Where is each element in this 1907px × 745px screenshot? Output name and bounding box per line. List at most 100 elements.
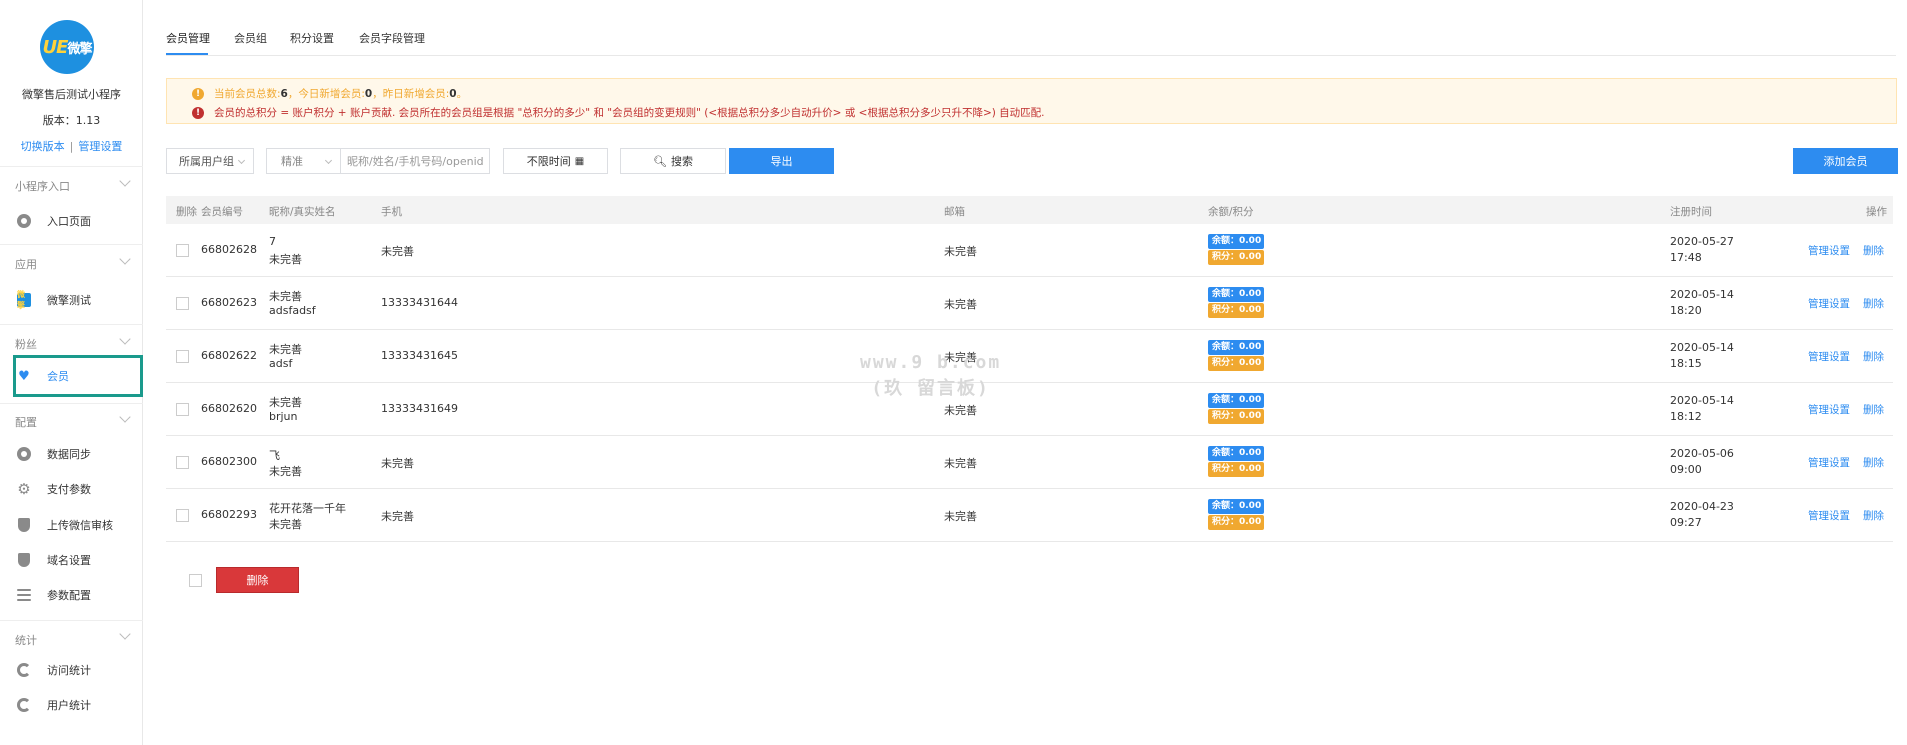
- manage-settings-link[interactable]: 管理设置: [1808, 296, 1850, 311]
- manage-settings-link[interactable]: 管理设置: [1808, 402, 1850, 417]
- sidebar-item-param-config[interactable]: 参数配置: [13, 581, 143, 609]
- link-icon: [17, 214, 31, 228]
- refresh-icon: [17, 698, 31, 712]
- row-checkbox[interactable]: [176, 244, 189, 257]
- table-row: 66802620 未完善 brjun 13333431649 未完善 余额：0.00 积分：…: [166, 383, 1893, 436]
- row-checkbox[interactable]: [176, 297, 189, 310]
- chevron-down-icon[interactable]: [119, 411, 131, 423]
- member-phone: 13333431645: [381, 349, 458, 362]
- balance-badge: 余额：0.00: [1208, 446, 1264, 461]
- section-title-apps[interactable]: 应用: [15, 256, 37, 272]
- sidebar-item-entry-page[interactable]: 入口页面: [13, 207, 143, 235]
- member-real-name: 未完善: [269, 518, 302, 531]
- reg-time: 17:48: [1670, 251, 1702, 264]
- tab-points-settings[interactable]: 积分设置: [290, 30, 334, 46]
- section-title-stats[interactable]: 统计: [15, 632, 37, 648]
- app-logo-icon: 微擎: [17, 290, 31, 310]
- search-input[interactable]: [340, 148, 490, 174]
- sidebar-item-user-stats[interactable]: 用户统计: [13, 691, 143, 719]
- add-member-button[interactable]: 添加会员: [1793, 148, 1898, 174]
- member-id: 66802623: [201, 296, 257, 309]
- member-id: 66802628: [201, 243, 257, 256]
- row-checkbox[interactable]: [176, 456, 189, 469]
- reg-time: 18:20: [1670, 304, 1702, 317]
- row-checkbox[interactable]: [176, 350, 189, 363]
- delete-link[interactable]: 删除: [1863, 349, 1884, 364]
- reg-date: 2020-05-14: [1670, 341, 1734, 354]
- chevron-down-icon[interactable]: [119, 175, 131, 187]
- manage-settings-link[interactable]: 管理设置: [1808, 349, 1850, 364]
- switch-version-link[interactable]: 切换版本: [21, 140, 65, 153]
- sidebar-item-domain-settings[interactable]: 域名设置: [13, 546, 143, 574]
- delete-link[interactable]: 删除: [1863, 243, 1884, 258]
- delete-link[interactable]: 删除: [1863, 455, 1884, 470]
- member-id: 66802293: [201, 508, 257, 521]
- row-checkbox[interactable]: [176, 403, 189, 416]
- member-real-name: 未完善: [269, 253, 302, 266]
- points-badge: 积分：0.00: [1208, 462, 1264, 477]
- tab-member-fields[interactable]: 会员字段管理: [359, 30, 425, 46]
- sidebar-item-wechat-review[interactable]: 上传微信审核: [13, 511, 143, 539]
- tab-member-management[interactable]: 会员管理: [166, 30, 210, 46]
- calendar-icon: ▦: [574, 155, 585, 167]
- tab-member-groups[interactable]: 会员组: [234, 30, 267, 46]
- warning-icon: !: [192, 87, 204, 100]
- table-row: 66802293 花开花落一千年 未完善 未完善 未完善 余额：0.00 积分：0.00 20…: [166, 489, 1893, 542]
- reg-time: 09:27: [1670, 516, 1702, 529]
- section-title-entry[interactable]: 小程序入口: [15, 178, 70, 194]
- balance-badge: 余额：0.00: [1208, 340, 1264, 355]
- time-range-button[interactable]: 不限时间 ▦: [503, 148, 608, 174]
- member-phone: 13333431649: [381, 402, 458, 415]
- delete-link[interactable]: 删除: [1863, 402, 1884, 417]
- balance-badge: 余额：0.00: [1208, 499, 1264, 514]
- member-phone: 未完善: [381, 457, 414, 470]
- balance-badge: 余额：0.00: [1208, 393, 1264, 408]
- manage-settings-link[interactable]: 管理设置: [1808, 508, 1850, 523]
- refresh-icon: [17, 663, 31, 677]
- link-icon: [17, 447, 31, 461]
- sidebar-item-weiqing-test[interactable]: 微擎 微擎测试: [13, 286, 143, 314]
- section-title-fans[interactable]: 粉丝: [15, 336, 37, 352]
- search-icon: 🔍︎: [653, 154, 667, 168]
- table-row: 66802622 未完善 adsf 13333431645 未完善 余额：0.00 积分：0…: [166, 330, 1893, 383]
- reg-time: 09:00: [1670, 463, 1702, 476]
- chevron-down-icon: [237, 156, 246, 165]
- manage-settings-link[interactable]: 管理设置: [1808, 455, 1850, 470]
- member-real-name: adsf: [269, 357, 293, 370]
- manage-settings-link[interactable]: 管理设置: [1808, 243, 1850, 258]
- member-real-name: adsfadsf: [269, 304, 316, 317]
- delete-link[interactable]: 删除: [1863, 508, 1884, 523]
- list-icon: [17, 588, 31, 602]
- member-email: 未完善: [944, 457, 977, 470]
- reg-time: 18:12: [1670, 410, 1702, 423]
- sidebar-item-data-sync[interactable]: 数据同步: [13, 440, 143, 468]
- points-badge: 积分：0.00: [1208, 515, 1264, 530]
- table-header: 删除 会员编号 昵称/真实姓名 手机 邮箱 余额/积分 注册时间 操作: [166, 196, 1893, 224]
- tab-bar: [166, 0, 1896, 56]
- chevron-down-icon[interactable]: [119, 628, 131, 640]
- member-nickname: 未完善: [269, 396, 302, 409]
- delete-link[interactable]: 删除: [1863, 296, 1884, 311]
- chevron-down-icon[interactable]: [119, 253, 131, 265]
- member-real-name: brjun: [269, 410, 298, 423]
- match-mode-select[interactable]: 精准: [266, 148, 341, 174]
- balance-points: 余额：0.00 积分：0.00: [1208, 234, 1264, 266]
- points-rule-notice: ! 会员的总积分 = 账户积分 + 账户贡献. 会员所在的会员组是根据 "总积分…: [192, 105, 1045, 120]
- table-row: 66802300 飞未完善 未完善 未完善 余额：0.00 积分：0.00 2020-05-…: [166, 436, 1893, 489]
- search-button[interactable]: 🔍︎ 搜索: [620, 148, 726, 174]
- heart-icon: ♥: [18, 368, 30, 384]
- app-version: 版本：1.13: [42, 114, 101, 127]
- user-group-select[interactable]: 所属用户组: [166, 148, 254, 174]
- section-title-config[interactable]: 配置: [15, 414, 37, 430]
- member-count-notice: ! 当前会员总数: 6 ，今日新增会员: 0 ，昨日新增会员: 0。: [192, 86, 467, 101]
- row-checkbox[interactable]: [176, 509, 189, 522]
- reg-date: 2020-05-14: [1670, 394, 1734, 407]
- sidebar-item-payment-params[interactable]: ⚙ 支付参数: [13, 475, 143, 503]
- export-button[interactable]: 导出: [729, 148, 834, 174]
- sidebar-item-members[interactable]: ♥ 会员: [13, 355, 143, 397]
- chevron-down-icon[interactable]: [119, 333, 131, 345]
- sidebar-item-visit-stats[interactable]: 访问统计: [13, 656, 143, 684]
- select-all-checkbox[interactable]: [189, 574, 202, 587]
- bulk-delete-button[interactable]: 删除: [216, 567, 299, 593]
- manage-settings-link[interactable]: 管理设置: [78, 140, 122, 153]
